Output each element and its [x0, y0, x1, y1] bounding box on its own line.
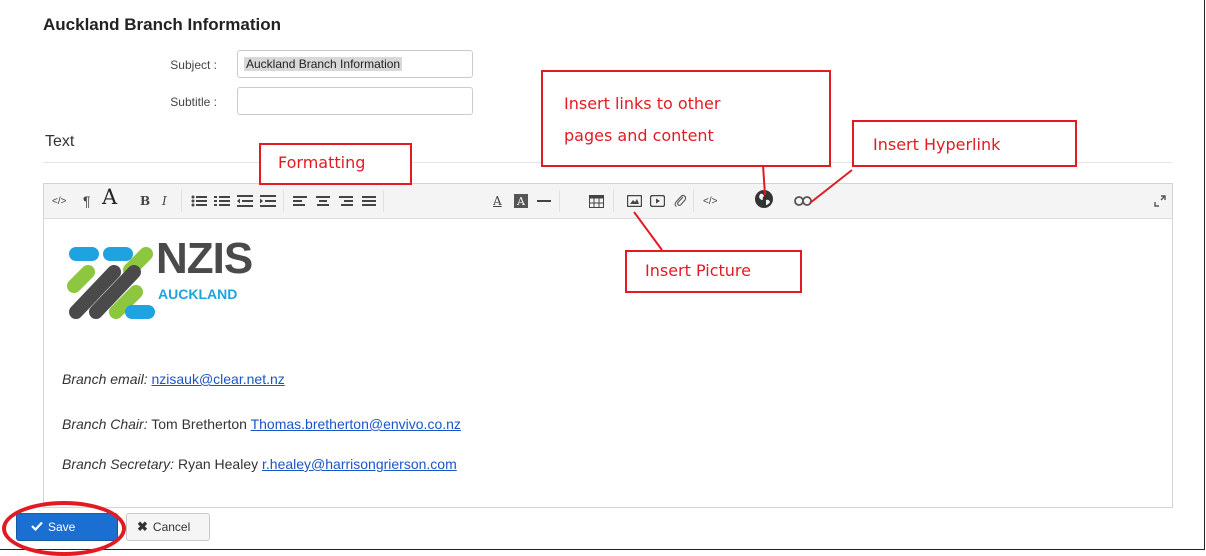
align-right-icon[interactable]: [339, 192, 353, 210]
formatting-callout: Formatting: [259, 143, 412, 185]
toolbar-separator: [693, 190, 694, 212]
branch-chair-name: Tom Bretherton: [151, 416, 247, 432]
insert-picture-callout-text: Insert Picture: [645, 261, 751, 280]
subject-label: Subject :: [170, 58, 217, 72]
insert-links-callout-line2: pages and content: [564, 126, 714, 145]
insert-links-callout: Insert links to other pages and content: [541, 70, 831, 167]
hyperlink-icon[interactable]: [794, 192, 812, 210]
nzis-logo-mark-icon: [67, 247, 155, 319]
html-source-button[interactable]: </>: [52, 192, 66, 210]
align-left-icon[interactable]: [293, 192, 307, 210]
fullscreen-icon[interactable]: [1154, 192, 1166, 210]
toolbar-separator: [383, 190, 384, 212]
branch-secretary-email-link[interactable]: r.healey@harrisongrierson.com: [262, 456, 457, 472]
subject-value: Auckland Branch Information: [244, 57, 403, 71]
table-icon[interactable]: [589, 192, 604, 210]
unordered-list-icon[interactable]: [191, 192, 207, 210]
italic-button[interactable]: I: [162, 192, 167, 210]
font-color-button[interactable]: A: [493, 192, 502, 210]
subtitle-input[interactable]: [237, 87, 473, 115]
logo-nzis-text: NZIS: [156, 234, 253, 283]
toolbar-separator: [613, 190, 614, 212]
branch-email-line: Branch email: nzisauk@clear.net.nz: [62, 371, 285, 387]
ordered-list-icon[interactable]: [214, 192, 230, 210]
branch-chair-line: Branch Chair: Tom Bretherton Thomas.bret…: [62, 416, 461, 432]
text-section-heading: Text: [45, 133, 75, 150]
branch-secretary-name: Ryan Healey: [177, 456, 259, 472]
insert-hyperlink-callout-text: Insert Hyperlink: [873, 135, 1001, 154]
code-button[interactable]: </>: [703, 192, 717, 210]
save-highlight-circle: [2, 501, 126, 556]
branch-secretary-label: Branch Secretary:: [62, 456, 175, 472]
toolbar-separator: [559, 190, 560, 212]
insert-links-callout-line1: Insert links to other: [564, 94, 721, 113]
paragraph-button[interactable]: ¶: [83, 192, 91, 210]
editor-toolbar: </> ¶ A B I A A </>: [44, 184, 1172, 219]
insert-hyperlink-callout: Insert Hyperlink: [852, 120, 1077, 167]
page-title: Auckland Branch Information: [43, 15, 282, 34]
toolbar-separator: [181, 190, 182, 212]
branch-secretary-line: Branch Secretary: Ryan Healey r.healey@h…: [62, 456, 457, 472]
editor-content[interactable]: NZIS AUCKLAND Branch email: nzisauk@clea…: [44, 219, 1172, 507]
justify-icon[interactable]: [362, 192, 376, 210]
bold-button[interactable]: B: [140, 192, 150, 210]
toolbar-separator: [283, 190, 284, 212]
cancel-button[interactable]: ✖ Cancel: [126, 513, 210, 541]
paperclip-icon[interactable]: [673, 192, 687, 210]
branch-chair-email-link[interactable]: Thomas.bretherton@envivo.co.nz: [251, 416, 461, 432]
close-icon: ✖: [137, 519, 148, 534]
cancel-label: Cancel: [152, 520, 191, 534]
insert-picture-callout: Insert Picture: [625, 250, 802, 293]
font-size-button[interactable]: A: [102, 185, 117, 209]
indent-icon[interactable]: [260, 192, 276, 210]
globe-link-icon[interactable]: [754, 190, 774, 208]
subject-input[interactable]: Auckland Branch Information: [237, 50, 473, 78]
subtitle-label: Subtitle :: [170, 95, 217, 109]
back-color-button[interactable]: A: [514, 194, 528, 208]
logo-auckland-text: AUCKLAND: [158, 286, 238, 302]
horizontal-rule-icon[interactable]: [537, 192, 551, 210]
nzis-logo: NZIS AUCKLAND: [66, 234, 296, 324]
outdent-icon[interactable]: [237, 192, 253, 210]
branch-email-link[interactable]: nzisauk@clear.net.nz: [151, 371, 284, 387]
formatting-callout-text: Formatting: [278, 153, 366, 172]
branch-email-label: Branch email:: [62, 371, 148, 387]
video-icon[interactable]: [650, 192, 665, 210]
image-icon[interactable]: [627, 192, 642, 210]
rich-text-editor[interactable]: </> ¶ A B I A A </> NZIS AUCKLAND Branch…: [43, 183, 1173, 508]
align-center-icon[interactable]: [316, 192, 330, 210]
branch-chair-label: Branch Chair:: [62, 416, 148, 432]
